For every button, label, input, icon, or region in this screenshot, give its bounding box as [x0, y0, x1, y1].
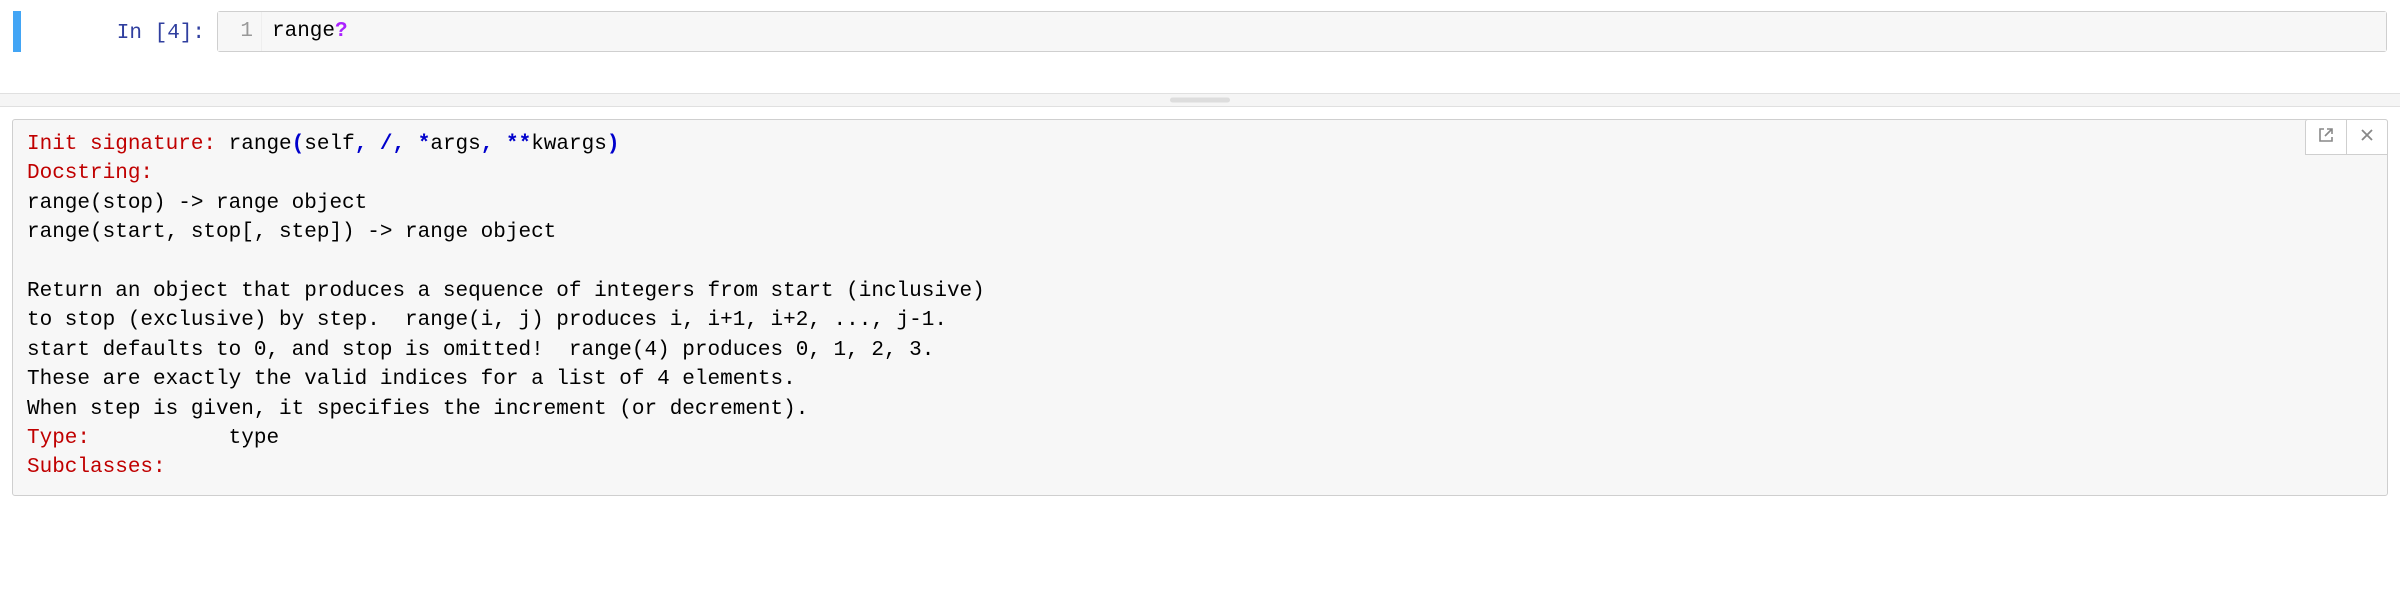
doc-sig-comma: ,: [393, 133, 418, 156]
close-pager-button[interactable]: [2346, 119, 2388, 155]
notebook-area: In [4]: 1 range?: [0, 0, 2400, 63]
pager-content[interactable]: Init signature: range(self, /, *args, **…: [13, 120, 2387, 495]
doc-sig-star: *: [418, 133, 431, 156]
code-cell[interactable]: In [4]: 1 range?: [12, 10, 2388, 53]
open-external-button[interactable]: [2305, 119, 2347, 155]
doc-sig-comma: ,: [481, 133, 506, 156]
doc-sig-paren-close: ): [607, 133, 620, 156]
code-token-question: ?: [335, 20, 348, 43]
pager-drag-handle[interactable]: [0, 93, 2400, 107]
pager-button-group: [2306, 119, 2388, 155]
doc-sig-args: args: [430, 133, 480, 156]
doc-type-value: type: [90, 427, 279, 450]
doc-sig-slash: /: [380, 133, 393, 156]
doc-sig-paren-open: (: [292, 133, 305, 156]
doc-sig-dstar: **: [506, 133, 531, 156]
doc-body: range(stop) -> range object range(start,…: [27, 192, 985, 421]
doc-label-docstring: Docstring:: [27, 162, 153, 185]
doc-label-type: Type:: [27, 427, 90, 450]
doc-label-init-signature: Init signature:: [27, 133, 216, 156]
pager-panel: Init signature: range(self, /, *args, **…: [12, 119, 2388, 496]
line-number: 1: [218, 12, 262, 51]
doc-sig-kwargs: kwargs: [531, 133, 607, 156]
doc-sig-name: range: [229, 133, 292, 156]
doc-label-subclasses: Subclasses:: [27, 456, 166, 479]
input-prompt: In [4]:: [21, 11, 217, 52]
doc-sig-comma: ,: [355, 133, 380, 156]
doc-sig-self: self: [304, 133, 354, 156]
code-token-name: range: [272, 20, 335, 43]
code-input-area[interactable]: 1 range?: [217, 11, 2387, 52]
close-icon: [2359, 127, 2375, 148]
code-editor[interactable]: range?: [262, 12, 2386, 51]
external-link-icon: [2318, 127, 2334, 148]
cell-selection-bar: [13, 11, 21, 52]
